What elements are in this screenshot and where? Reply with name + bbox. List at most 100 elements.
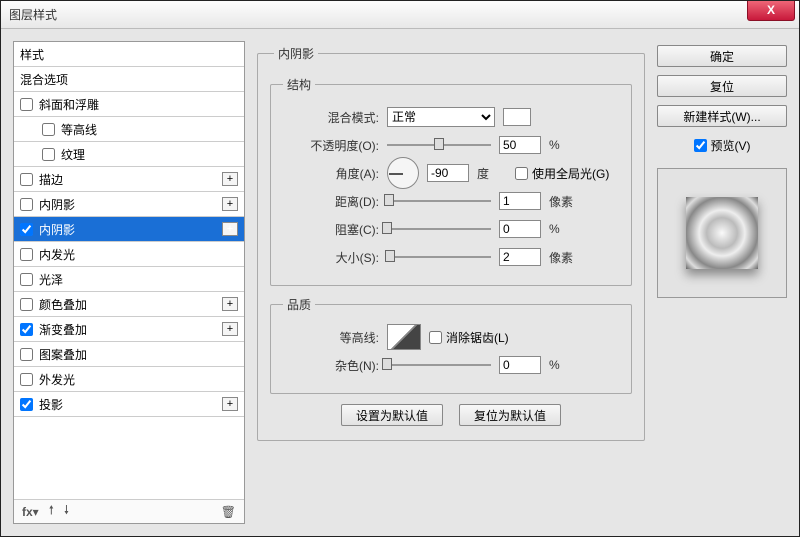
opacity-input[interactable]: 50 <box>499 136 541 154</box>
layer-style-dialog: 图层样式 X 样式 混合选项 斜面和浮雕 等高线 纹理 描边+ 内阴影+ 内阴影… <box>0 0 800 537</box>
checkbox[interactable] <box>20 348 33 361</box>
dialog-body: 样式 混合选项 斜面和浮雕 等高线 纹理 描边+ 内阴影+ 内阴影+ 内发光 光… <box>13 41 787 524</box>
angle-row: 角度(A): -90 度 使用全局光(G) <box>283 159 619 187</box>
arrow-up-icon[interactable]: 🠕 <box>49 501 54 522</box>
style-item-pattern-overlay[interactable]: 图案叠加 <box>14 342 244 367</box>
angle-dial[interactable] <box>387 157 419 189</box>
distance-unit: 像素 <box>549 193 579 210</box>
defaults-row: 设置为默认值 复位为默认值 <box>270 404 632 426</box>
size-input[interactable]: 2 <box>499 248 541 266</box>
styles-list: 样式 混合选项 斜面和浮雕 等高线 纹理 描边+ 内阴影+ 内阴影+ 内发光 光… <box>14 42 244 499</box>
color-swatch[interactable] <box>503 108 531 126</box>
choke-slider[interactable] <box>387 222 491 236</box>
window-title: 图层样式 <box>9 6 57 23</box>
reset-default-button[interactable]: 复位为默认值 <box>459 404 561 426</box>
blend-options-row[interactable]: 混合选项 <box>14 67 244 92</box>
trash-icon[interactable]: 🗑 <box>221 505 236 519</box>
right-column: 确定 复位 新建样式(W)... 预览(V) <box>657 41 787 524</box>
choke-unit: % <box>549 222 579 236</box>
checkbox[interactable] <box>42 123 55 136</box>
checkbox[interactable] <box>20 223 33 236</box>
distance-row: 距离(D): 1 像素 <box>283 187 619 215</box>
structure-legend: 结构 <box>283 76 315 93</box>
style-item-satin[interactable]: 光泽 <box>14 267 244 292</box>
distance-label: 距离(D): <box>283 193 379 210</box>
noise-input[interactable]: 0 <box>499 356 541 374</box>
style-item-bevel[interactable]: 斜面和浮雕 <box>14 92 244 117</box>
noise-unit: % <box>549 358 579 372</box>
antialias-checkbox[interactable]: 消除锯齿(L) <box>429 329 509 346</box>
new-style-button[interactable]: 新建样式(W)... <box>657 105 787 127</box>
add-icon[interactable]: + <box>222 197 238 211</box>
preview-box <box>657 168 787 298</box>
cancel-button[interactable]: 复位 <box>657 75 787 97</box>
contour-label: 等高线: <box>283 329 379 346</box>
contour-row: 等高线: 消除锯齿(L) <box>283 323 619 351</box>
checkbox[interactable] <box>20 323 33 336</box>
style-item-gradient-overlay[interactable]: 渐变叠加+ <box>14 317 244 342</box>
checkbox[interactable] <box>20 198 33 211</box>
add-icon[interactable]: + <box>222 322 238 336</box>
style-item-drop-shadow[interactable]: 投影+ <box>14 392 244 417</box>
ok-button[interactable]: 确定 <box>657 45 787 67</box>
checkbox[interactable] <box>20 173 33 186</box>
add-icon[interactable]: + <box>222 222 238 236</box>
quality-group: 品质 等高线: 消除锯齿(L) 杂色(N): 0 % <box>270 296 632 394</box>
checkbox[interactable] <box>20 248 33 261</box>
fx-menu-icon[interactable]: fx▾ <box>22 505 39 519</box>
size-unit: 像素 <box>549 249 579 266</box>
size-slider[interactable] <box>387 250 491 264</box>
titlebar: 图层样式 X <box>1 1 799 29</box>
add-icon[interactable]: + <box>222 297 238 311</box>
checkbox[interactable] <box>20 273 33 286</box>
opacity-label: 不透明度(O): <box>283 137 379 154</box>
opacity-slider[interactable] <box>387 138 491 152</box>
noise-label: 杂色(N): <box>283 357 379 374</box>
size-row: 大小(S): 2 像素 <box>283 243 619 271</box>
arrow-down-icon[interactable]: 🠗 <box>64 501 69 522</box>
contour-picker[interactable] <box>387 324 421 350</box>
structure-group: 结构 混合模式: 正常 不透明度(O): 50 % 角度(A): <box>270 76 632 286</box>
blend-mode-label: 混合模式: <box>283 109 379 126</box>
style-item-stroke[interactable]: 描边+ <box>14 167 244 192</box>
checkbox[interactable] <box>20 398 33 411</box>
close-button[interactable]: X <box>747 1 795 21</box>
checkbox[interactable] <box>20 373 33 386</box>
style-item-texture[interactable]: 纹理 <box>14 142 244 167</box>
global-light-checkbox[interactable]: 使用全局光(G) <box>515 165 609 182</box>
make-default-button[interactable]: 设置为默认值 <box>341 404 443 426</box>
style-item-inner-glow[interactable]: 内发光 <box>14 242 244 267</box>
style-item-color-overlay[interactable]: 颜色叠加+ <box>14 292 244 317</box>
distance-slider[interactable] <box>387 194 491 208</box>
styles-header[interactable]: 样式 <box>14 42 244 67</box>
add-icon[interactable]: + <box>222 172 238 186</box>
quality-legend: 品质 <box>283 296 315 313</box>
preview-thumbnail <box>686 197 758 269</box>
style-item-contour[interactable]: 等高线 <box>14 117 244 142</box>
checkbox[interactable] <box>20 98 33 111</box>
checkbox[interactable] <box>42 148 55 161</box>
style-item-inner-shadow-2[interactable]: 内阴影+ <box>14 217 244 242</box>
blend-mode-select[interactable]: 正常 <box>387 107 495 127</box>
size-label: 大小(S): <box>283 249 379 266</box>
angle-input[interactable]: -90 <box>427 164 469 182</box>
opacity-row: 不透明度(O): 50 % <box>283 131 619 159</box>
styles-footer: fx▾ 🠕 🠗 🗑 <box>14 499 244 523</box>
choke-row: 阻塞(C): 0 % <box>283 215 619 243</box>
preview-checkbox[interactable]: 预览(V) <box>657 137 787 154</box>
checkbox[interactable] <box>20 298 33 311</box>
style-item-outer-glow[interactable]: 外发光 <box>14 367 244 392</box>
angle-label: 角度(A): <box>283 165 379 182</box>
settings-panel: 内阴影 结构 混合模式: 正常 不透明度(O): 50 % <box>257 41 645 524</box>
styles-panel: 样式 混合选项 斜面和浮雕 等高线 纹理 描边+ 内阴影+ 内阴影+ 内发光 光… <box>13 41 245 524</box>
add-icon[interactable]: + <box>222 397 238 411</box>
style-item-inner-shadow-1[interactable]: 内阴影+ <box>14 192 244 217</box>
noise-row: 杂色(N): 0 % <box>283 351 619 379</box>
effect-group: 内阴影 结构 混合模式: 正常 不透明度(O): 50 % <box>257 45 645 441</box>
angle-unit: 度 <box>477 165 507 182</box>
noise-slider[interactable] <box>387 358 491 372</box>
choke-label: 阻塞(C): <box>283 221 379 238</box>
distance-input[interactable]: 1 <box>499 192 541 210</box>
choke-input[interactable]: 0 <box>499 220 541 238</box>
effect-title: 内阴影 <box>274 45 318 62</box>
